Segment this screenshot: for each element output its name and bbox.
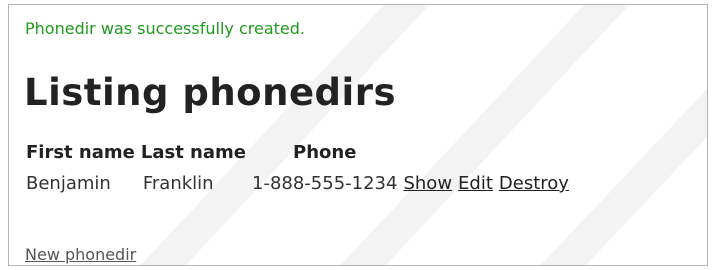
column-header-phone: Phone bbox=[293, 142, 357, 163]
column-header-actions-show bbox=[400, 139, 455, 170]
cell-phone: 1-888-555-1234 bbox=[252, 173, 398, 194]
cell-edit: Edit bbox=[455, 170, 496, 197]
edit-link[interactable]: Edit bbox=[458, 173, 493, 194]
phonedir-table: First name Last name Phone Benjamin Fran… bbox=[23, 139, 572, 197]
column-header-last-name: Last name bbox=[140, 142, 246, 163]
new-phonedir-link[interactable]: New phonedir bbox=[25, 245, 136, 264]
column-header-actions-destroy bbox=[496, 139, 572, 170]
flash-notice: Phonedir was successfully created. bbox=[25, 19, 305, 38]
column-header-first-name: First name bbox=[26, 142, 135, 163]
cell-first-name: Benjamin bbox=[26, 173, 111, 194]
watermark-graphic bbox=[140, 5, 707, 265]
watermark-band-1 bbox=[140, 5, 429, 265]
column-header-actions-edit bbox=[455, 139, 496, 170]
table-header-row: First name Last name Phone bbox=[23, 139, 572, 170]
content-frame: Phonedir was successfully created. Listi… bbox=[8, 4, 708, 266]
table-row: Benjamin Franklin 1-888-555-1234 Show Ed… bbox=[23, 170, 572, 197]
cell-last-name: Franklin bbox=[142, 173, 214, 194]
destroy-link[interactable]: Destroy bbox=[499, 173, 569, 194]
page-title: Listing phonedirs bbox=[24, 71, 396, 114]
show-link[interactable]: Show bbox=[403, 173, 452, 194]
cell-destroy: Destroy bbox=[496, 170, 572, 197]
cell-show: Show bbox=[400, 170, 455, 197]
watermark-band-2 bbox=[340, 5, 629, 265]
